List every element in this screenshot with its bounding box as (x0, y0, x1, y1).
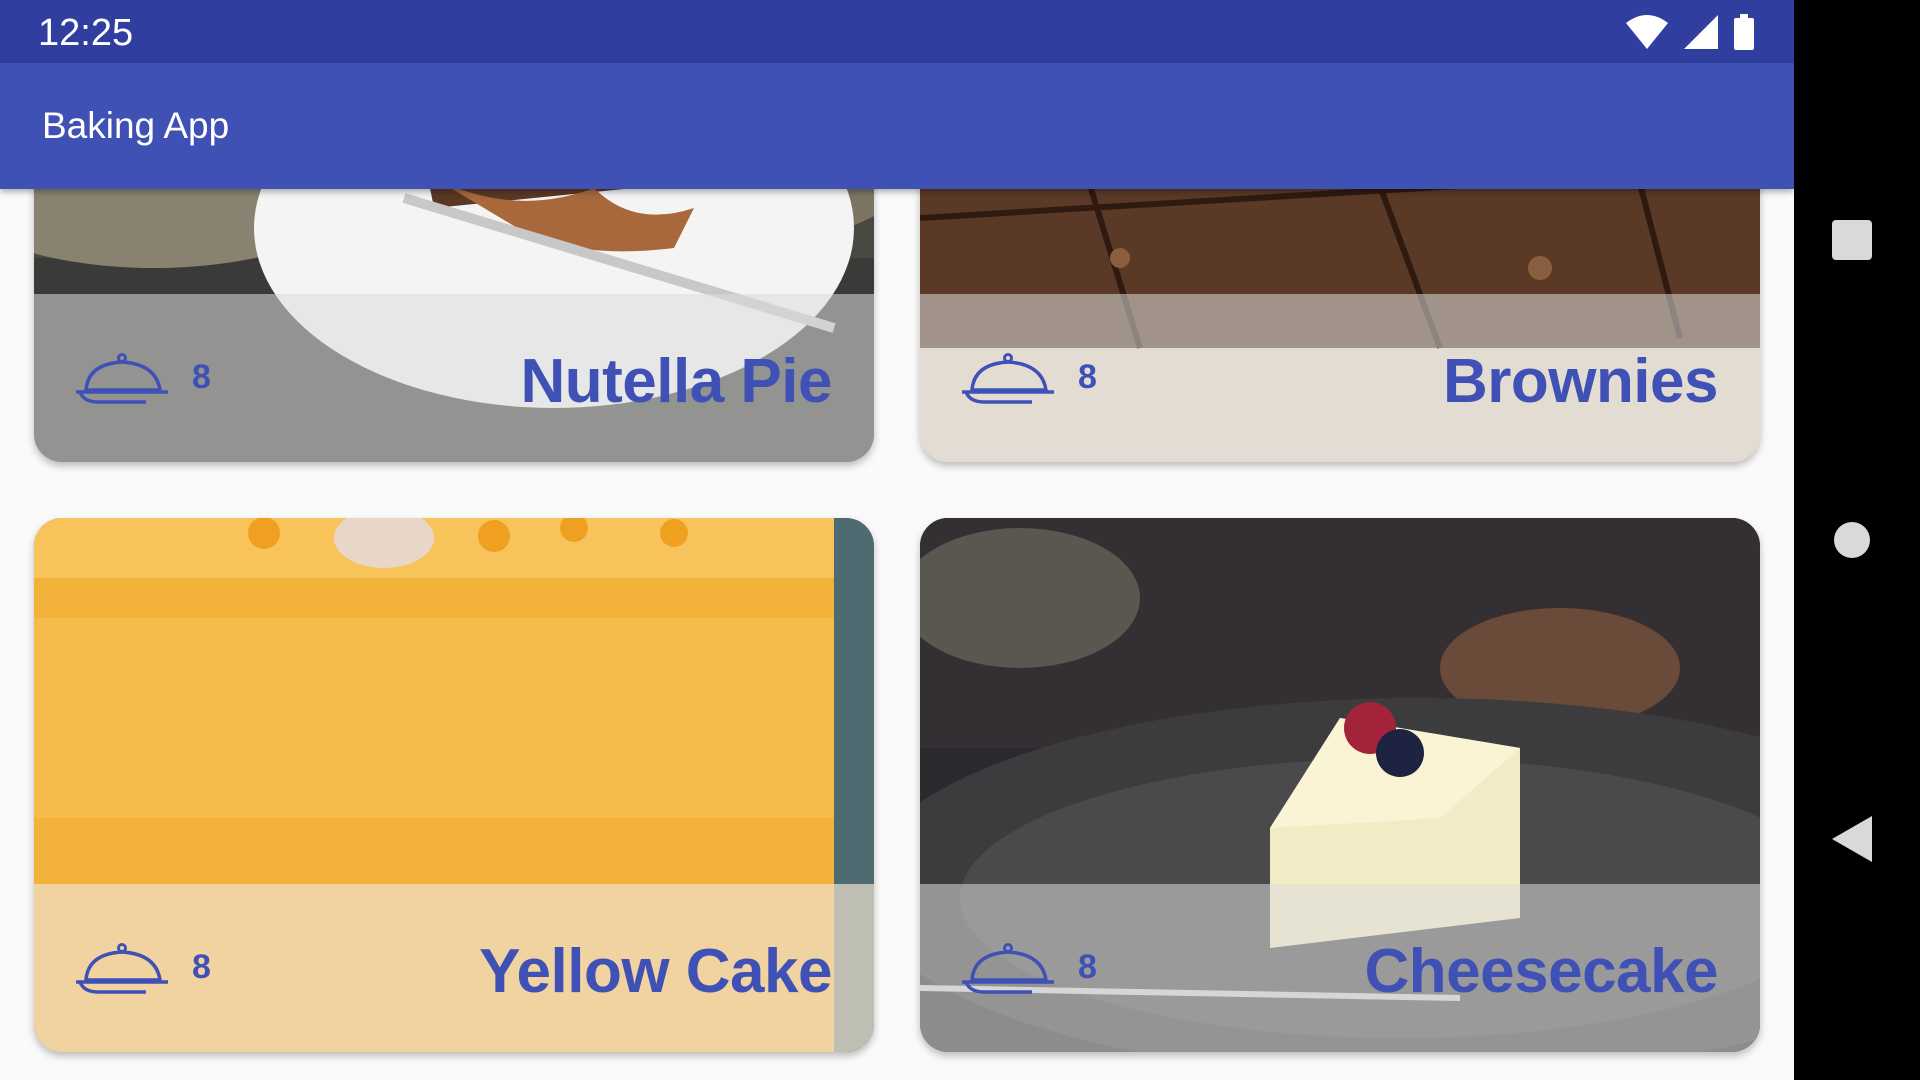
screen: 8 Nutella Pie 8 Brownies 8 Yellow Cake 8… (0, 0, 1794, 1080)
recipe-card-footer: 8 Brownies (920, 294, 1760, 462)
recipe-card-footer: 8 Yellow Cake (34, 884, 874, 1052)
status-bar: 12:25 (0, 0, 1794, 63)
back-button[interactable] (1832, 816, 1872, 867)
recipe-name: Brownies (1442, 347, 1719, 416)
navigation-bar (1794, 0, 1920, 1080)
recipe-card-footer: 8 Nutella Pie (34, 294, 874, 462)
recipe-card-yellow-cake[interactable]: 8 Yellow Cake (34, 518, 874, 1052)
battery-icon (1734, 14, 1754, 50)
wifi-icon (1626, 15, 1668, 49)
status-time: 12:25 (38, 12, 134, 54)
back-triangle-icon (1832, 816, 1872, 862)
home-button[interactable] (1832, 520, 1872, 565)
circle-icon (1834, 522, 1870, 558)
serving-dish-icon (962, 353, 1054, 404)
recents-button[interactable] (1832, 220, 1872, 265)
square-icon (1832, 220, 1872, 260)
serving-dish-icon (962, 943, 1054, 994)
serving-dish-icon (76, 353, 168, 404)
servings-count: 8 (192, 358, 211, 396)
recipe-name: Cheesecake (1364, 937, 1719, 1006)
servings-count: 8 (1078, 358, 1097, 396)
status-icons (1626, 14, 1754, 50)
recipe-name: Yellow Cake (479, 937, 832, 1006)
signal-icon (1684, 15, 1718, 49)
servings-count: 8 (192, 948, 211, 986)
app-bar: Baking App (0, 63, 1794, 189)
recipe-name: Nutella Pie (520, 347, 833, 416)
app-title: Baking App (42, 105, 230, 146)
recipe-card-cheesecake[interactable]: 8 Cheesecake (920, 518, 1760, 1052)
servings-count: 8 (1078, 948, 1097, 986)
serving-dish-icon (76, 943, 168, 994)
recipe-card-footer: 8 Cheesecake (920, 884, 1760, 1052)
